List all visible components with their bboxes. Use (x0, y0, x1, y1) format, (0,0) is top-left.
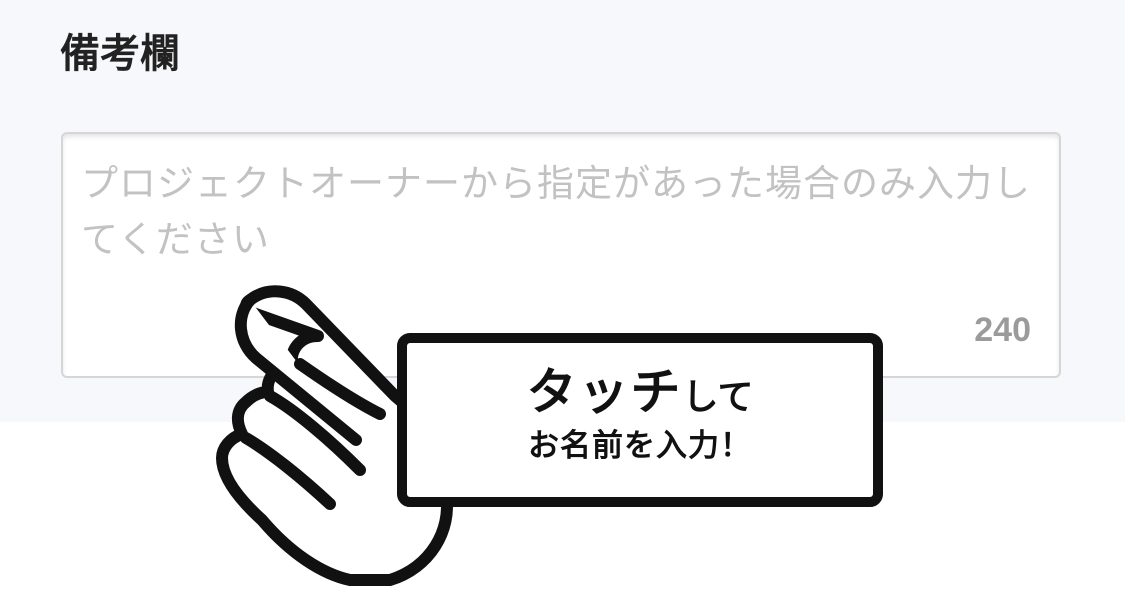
tutorial-overlay (216, 285, 883, 586)
callout-line1: タッチして (402, 362, 878, 428)
callout-emphasis: タッチ (526, 363, 683, 421)
callout-suffix: して (682, 377, 754, 418)
callout-line2: お名前を入力！ (528, 428, 752, 464)
